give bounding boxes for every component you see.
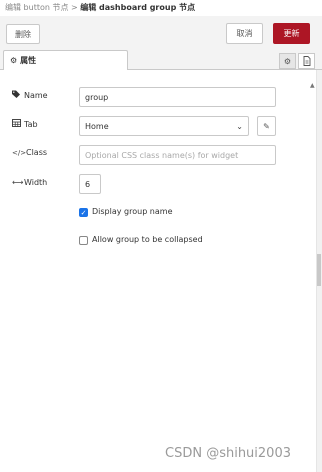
code-icon: </> [12,148,27,157]
tab-select[interactable]: Home ⌄ [79,116,249,136]
width-button[interactable]: 6 [79,174,101,194]
gear-icon: ⚙ [10,56,18,65]
settings-gear-icon[interactable]: ⚙ [279,53,296,69]
pencil-icon: ✎ [263,121,270,131]
display-group-name-label: Display group name [92,207,173,216]
scroll-up-arrow-icon[interactable]: ▲ [310,82,315,89]
breadcrumb-current: 编辑 dashboard group 节点 [80,3,196,12]
name-label: Name [12,90,48,100]
tab-properties[interactable]: ⚙ 属性 [3,50,128,70]
tab-select-value: Home [85,121,109,131]
table-icon [12,119,22,129]
update-button[interactable]: 更新 [273,23,310,44]
delete-button[interactable]: 删除 [6,24,40,44]
arrows-h-icon: ⟷ [12,178,24,187]
scrollbar-thumb[interactable] [317,254,321,286]
name-input[interactable]: group [79,87,276,107]
document-icon[interactable] [298,53,315,69]
breadcrumb: 编辑 button 节点 > 编辑 dashboard group 节点 [5,2,195,13]
edit-tab-button[interactable]: ✎ [257,116,276,136]
class-label: </> Class [12,148,48,157]
file-icon [303,56,310,66]
tab-properties-label: 属性 [20,56,37,65]
breadcrumb-parent[interactable]: 编辑 button 节点 > [5,3,80,12]
class-input[interactable]: Optional CSS class name(s) for widget [79,145,276,165]
width-label: ⟷ Width [12,178,48,187]
chevron-down-icon: ⌄ [236,122,243,131]
collapsible-checkbox[interactable] [79,236,88,245]
tag-icon [12,90,22,100]
tab-label: Tab [12,119,38,129]
title-bar: 编辑 button 节点 > 编辑 dashboard group 节点 [0,0,322,16]
cancel-button[interactable]: 取消 [226,23,263,44]
collapsible-label: Allow group to be collapsed [92,235,203,244]
watermark: CSDN @shihui2003 [165,446,291,461]
display-group-name-checkbox[interactable]: ✓ [79,208,88,217]
